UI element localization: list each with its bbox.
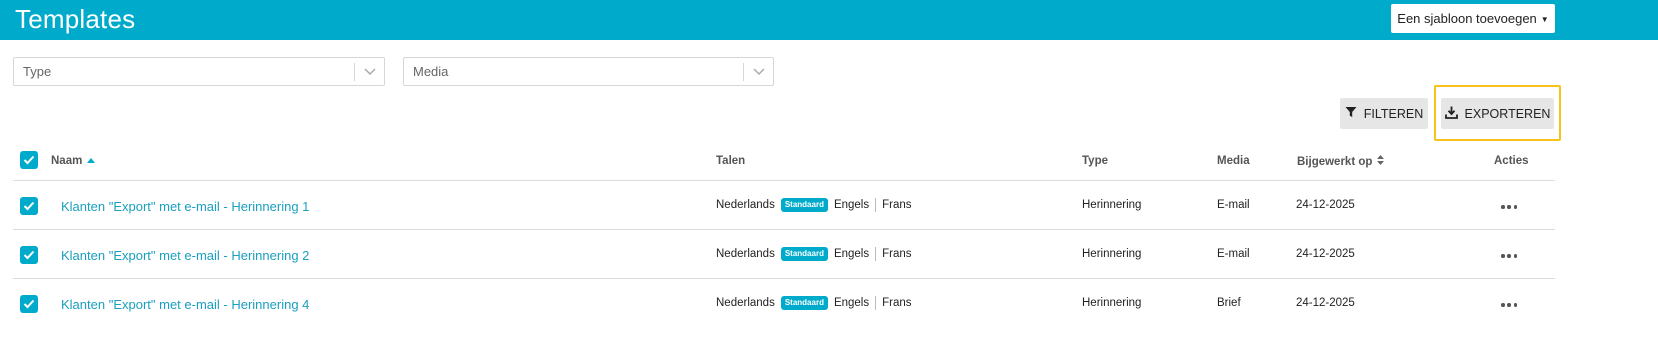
more-horizontal-icon[interactable] — [1501, 301, 1517, 309]
type-select[interactable]: Type — [13, 57, 385, 86]
header-bar: Templates Een sjabloon toevoegen ▼ — [0, 0, 1658, 40]
checkmark-icon — [23, 299, 35, 309]
default-badge: Standaard — [780, 247, 828, 261]
column-label-languages: Talen — [716, 155, 746, 167]
export-label: EXPORTEREN — [1464, 106, 1551, 121]
media-select[interactable]: Media — [403, 57, 774, 86]
language-default: Nederlands — [716, 297, 775, 309]
column-label-media: Media — [1217, 155, 1250, 167]
row-divider — [13, 180, 1555, 181]
languages-cell: Nederlands Standaard Engels Frans — [716, 296, 912, 310]
language-default: Nederlands — [716, 199, 775, 211]
page-title: Templates — [15, 4, 136, 34]
caret-down-icon: ▼ — [1540, 14, 1549, 24]
column-label-name: Naam — [51, 155, 83, 167]
media-select-placeholder: Media — [413, 64, 449, 79]
language-default: Nederlands — [716, 248, 775, 260]
updated-cell: 24-12-2025 — [1296, 199, 1355, 211]
row-checkbox[interactable] — [20, 197, 38, 215]
chevron-down-icon — [744, 67, 773, 76]
media-cell: E-mail — [1217, 248, 1250, 260]
row-checkbox[interactable] — [20, 295, 38, 313]
column-header-actions: Acties — [1494, 155, 1529, 167]
sort-asc-icon — [87, 155, 96, 167]
type-cell: Herinnering — [1082, 199, 1142, 211]
template-name-link[interactable]: Klanten "Export" met e-mail - Herinnerin… — [61, 248, 309, 263]
download-icon — [1444, 106, 1458, 122]
column-label-type: Type — [1082, 155, 1108, 167]
language-separator — [875, 296, 877, 310]
type-cell: Herinnering — [1082, 248, 1142, 260]
filter-label: FILTEREN — [1363, 106, 1424, 121]
chevron-down-icon — [355, 67, 384, 76]
language-separator — [875, 247, 877, 261]
row-divider — [13, 229, 1555, 230]
checkmark-icon — [23, 201, 35, 211]
more-horizontal-icon[interactable] — [1501, 203, 1517, 211]
language-item: Frans — [882, 297, 912, 309]
language-item: Engels — [833, 199, 870, 211]
column-label-updated: Bijgewerkt op — [1297, 155, 1373, 168]
languages-cell: Nederlands Standaard Engels Frans — [716, 247, 912, 261]
checkmark-icon — [23, 155, 35, 165]
language-item: Frans — [882, 199, 912, 211]
add-template-label: Een sjabloon toevoegen — [1397, 11, 1537, 26]
column-header-updated[interactable]: Bijgewerkt op — [1297, 155, 1385, 168]
type-select-placeholder: Type — [23, 64, 52, 79]
media-cell: Brief — [1217, 297, 1241, 309]
updated-cell: 24-12-2025 — [1296, 248, 1355, 260]
column-label-actions: Acties — [1494, 155, 1529, 167]
sort-icon — [1377, 155, 1385, 168]
column-header-name[interactable]: Naam — [51, 155, 96, 167]
updated-cell: 24-12-2025 — [1296, 297, 1355, 309]
template-name-link[interactable]: Klanten "Export" met e-mail - Herinnerin… — [61, 199, 309, 214]
type-cell: Herinnering — [1082, 297, 1142, 309]
languages-cell: Nederlands Standaard Engels Frans — [716, 198, 912, 212]
export-button[interactable]: EXPORTEREN — [1441, 98, 1554, 129]
select-all-checkbox[interactable] — [20, 151, 38, 169]
column-header-media: Media — [1217, 155, 1250, 167]
language-item: Engels — [833, 297, 870, 309]
column-header-languages: Talen — [716, 155, 745, 167]
more-horizontal-icon[interactable] — [1501, 252, 1517, 260]
language-item: Engels — [833, 248, 870, 260]
language-separator — [875, 198, 877, 212]
media-cell: E-mail — [1217, 199, 1250, 211]
row-divider — [13, 278, 1555, 279]
filter-button[interactable]: FILTEREN — [1340, 98, 1428, 129]
template-name-link[interactable]: Klanten "Export" met e-mail - Herinnerin… — [61, 297, 309, 312]
row-checkbox[interactable] — [20, 246, 38, 264]
checkmark-icon — [23, 250, 35, 260]
add-template-button[interactable]: Een sjabloon toevoegen ▼ — [1391, 4, 1555, 33]
column-header-type: Type — [1082, 155, 1108, 167]
language-item: Frans — [882, 248, 912, 260]
filter-icon — [1345, 106, 1357, 121]
default-badge: Standaard — [780, 296, 828, 310]
default-badge: Standaard — [780, 198, 828, 212]
